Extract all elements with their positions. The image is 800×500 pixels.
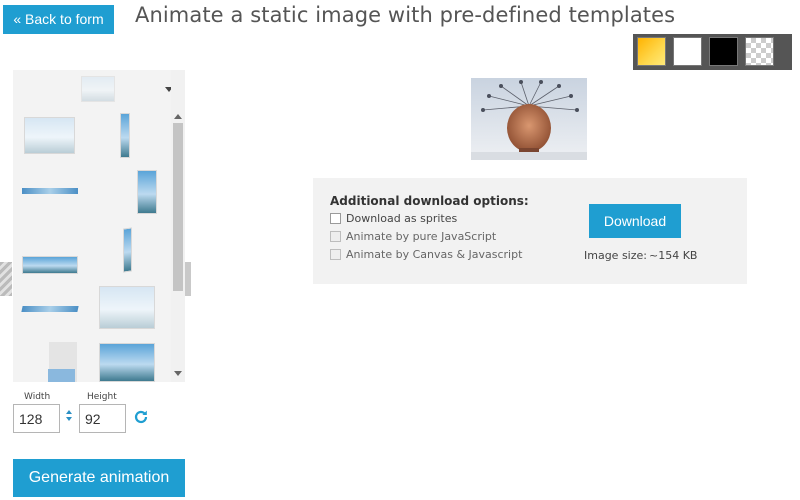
scrollbar-thumb[interactable]	[173, 123, 183, 291]
swatch-white[interactable]	[673, 37, 702, 66]
template-thumbnail[interactable]	[21, 306, 79, 312]
height-input[interactable]	[79, 404, 126, 433]
swatch-transparent[interactable]	[745, 37, 774, 66]
background-swatch-bar	[633, 34, 792, 70]
template-thumbnail[interactable]	[24, 117, 75, 154]
option-label: Animate by Canvas & Javascript	[346, 248, 523, 261]
template-thumbnail[interactable]	[123, 227, 132, 273]
option-pure-javascript: Animate by pure JavaScript	[330, 230, 496, 243]
right-collapse-handle[interactable]	[185, 262, 191, 296]
template-thumbnail[interactable]	[48, 369, 75, 382]
template-grid	[13, 70, 171, 382]
option-canvas-javascript: Animate by Canvas & Javascript	[330, 248, 522, 261]
pure-javascript-checkbox	[330, 231, 341, 242]
template-thumbnail[interactable]	[81, 76, 115, 102]
template-thumbnail[interactable]	[22, 256, 78, 274]
height-label: Height	[87, 392, 117, 402]
download-button[interactable]: Download	[589, 204, 681, 238]
download-options-panel: Additional download options: Download as…	[313, 178, 747, 284]
template-thumbnail[interactable]	[99, 286, 155, 329]
template-thumbnail[interactable]	[99, 343, 155, 382]
download-options-title: Additional download options:	[330, 194, 529, 208]
scroll-down-icon[interactable]	[174, 371, 182, 376]
left-collapse-handle[interactable]	[0, 262, 12, 296]
option-label: Download as sprites	[346, 212, 458, 225]
template-thumbnail[interactable]	[137, 170, 157, 214]
image-size-value: ~154 KB	[649, 249, 698, 262]
sprites-checkbox[interactable]	[330, 213, 341, 224]
swatch-yellow-gradient[interactable]	[637, 37, 666, 66]
template-thumbnail[interactable]	[22, 188, 78, 194]
width-input[interactable]	[13, 404, 60, 433]
generate-animation-button[interactable]: Generate animation	[13, 459, 185, 497]
width-label: Width	[24, 392, 51, 402]
scroll-up-icon[interactable]	[174, 114, 182, 119]
template-thumbnail[interactable]	[120, 113, 130, 158]
aspect-stepper-icon[interactable]	[66, 410, 74, 426]
swatch-black[interactable]	[709, 37, 738, 66]
option-label: Animate by pure JavaScript	[346, 230, 497, 243]
template-gallery	[13, 70, 185, 382]
canvas-javascript-checkbox	[330, 249, 341, 260]
image-size-label: Image size:	[584, 249, 647, 262]
back-to-form-button[interactable]: « Back to form	[3, 5, 114, 34]
refresh-icon[interactable]	[133, 409, 149, 425]
page-title: Animate a static image with pre-defined …	[135, 3, 676, 27]
option-sprites[interactable]: Download as sprites	[330, 212, 457, 225]
template-scrollbar[interactable]	[171, 70, 185, 382]
preview-image	[471, 78, 587, 160]
